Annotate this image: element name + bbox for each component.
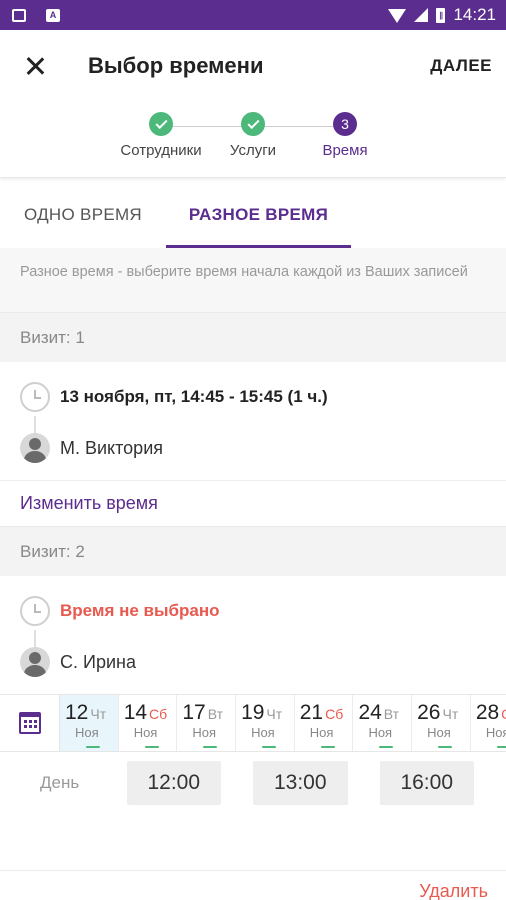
- time-slots: День 12:00 13:00 16:00: [0, 752, 506, 814]
- avatar: [20, 433, 50, 463]
- bottom-bar: Удалить: [0, 870, 506, 900]
- date-weekday: Чт: [90, 706, 107, 722]
- date-month: Ноя: [251, 725, 275, 740]
- stepper: Сотрудники Услуги 3 Время: [0, 102, 506, 178]
- date-month: Ноя: [133, 725, 158, 740]
- availability-dot: [203, 746, 218, 748]
- date-day: 17: [182, 701, 206, 724]
- status-bar: A ∥ 14:21: [0, 0, 506, 30]
- date-day: 14: [123, 701, 148, 724]
- day-label: День: [40, 773, 80, 792]
- clock-icon: [20, 596, 50, 626]
- date-weekday: Сб: [501, 706, 506, 722]
- clock-icon: [20, 382, 50, 412]
- calendar-icon: [18, 712, 41, 734]
- step-label: Время: [322, 142, 368, 159]
- availability-dot: [86, 746, 100, 748]
- date-weekday: Чт: [442, 706, 459, 722]
- date-cell[interactable]: 26 Чт Ноя: [412, 695, 471, 751]
- calendar-button[interactable]: [0, 695, 60, 751]
- date-month: Ноя: [485, 725, 506, 740]
- close-icon[interactable]: [22, 53, 48, 79]
- visit-header: Визит: 1: [0, 312, 506, 362]
- time-slot[interactable]: 12:00: [126, 761, 222, 805]
- tab-different-time[interactable]: РАЗНОЕ ВРЕМЯ: [166, 182, 351, 248]
- availability-dot: [496, 746, 506, 748]
- date-month: Ноя: [75, 725, 99, 740]
- date-weekday: Вт: [207, 706, 224, 722]
- step-employees: Сотрудники: [111, 112, 211, 159]
- battery-icon: ∥: [436, 7, 446, 23]
- change-time-link[interactable]: Изменить время: [0, 480, 506, 526]
- date-day: 24: [358, 701, 382, 724]
- check-icon: [241, 112, 265, 136]
- time-slot[interactable]: 16:00: [379, 761, 474, 805]
- delete-button[interactable]: Удалить: [419, 881, 488, 900]
- visit-time: 13 ноября, пт, 14:45 - 15:45 (1 ч.): [60, 387, 328, 406]
- visit-time: Время не выбрано: [60, 601, 220, 620]
- hint-text: Разное время - выберите время начала каж…: [0, 248, 506, 312]
- date-cell[interactable]: 14 Сб Ноя: [119, 695, 178, 751]
- availability-dot: [379, 746, 394, 748]
- date-day: 19: [241, 701, 265, 724]
- page-title: Выбор времени: [88, 53, 264, 78]
- date-month: Ноя: [427, 725, 451, 740]
- date-day: 12: [65, 701, 89, 724]
- wifi-icon: [388, 9, 407, 23]
- date-day: 26: [417, 701, 441, 724]
- staff-name: М. Виктория: [60, 437, 163, 458]
- visit-2-details: Время не выбрано С. Ирина: [0, 576, 506, 694]
- step-label: Сотрудники: [120, 142, 202, 159]
- date-day: 21: [299, 701, 324, 724]
- date-day: 28: [475, 701, 500, 724]
- date-month: Ноя: [368, 725, 393, 740]
- next-button[interactable]: ДАЛЕЕ: [430, 56, 492, 76]
- time-slot[interactable]: 13:00: [253, 761, 348, 805]
- visit-header: Визит: 2: [0, 526, 506, 576]
- date-month: Ноя: [309, 725, 334, 740]
- check-icon: [149, 112, 173, 136]
- visit-1-details: 13 ноября, пт, 14:45 - 15:45 (1 ч.) М. В…: [0, 362, 506, 480]
- step-time: 3 Время: [295, 112, 395, 159]
- tab-single-time[interactable]: ОДНО ВРЕМЯ: [0, 182, 166, 248]
- date-weekday: Сб: [149, 706, 168, 722]
- staff-name: С. Ирина: [60, 651, 136, 672]
- date-cell[interactable]: 21 Сб Ноя: [295, 695, 354, 751]
- availability-dot: [144, 746, 159, 748]
- availability-dot: [438, 746, 453, 748]
- avatar: [20, 647, 50, 677]
- status-time: 14:21: [453, 5, 496, 24]
- toolbar: Выбор времени ДАЛЕЕ: [0, 30, 506, 102]
- date-cell[interactable]: 17 Вт Ноя: [177, 695, 237, 751]
- tab-bar: ОДНО ВРЕМЯ РАЗНОЕ ВРЕМЯ: [0, 182, 506, 248]
- signal-icon: [414, 8, 429, 22]
- date-cell[interactable]: 28Сб Ноя: [471, 695, 506, 751]
- date-strip: 12 Чт Ноя 14 Сб Ноя 17 Вт Ноя 19 Чт Ноя 21 Сб…: [0, 694, 506, 752]
- date-month: Ноя: [192, 725, 217, 740]
- availability-dot: [320, 746, 335, 748]
- date-cell[interactable]: 12 Чт Ноя: [60, 695, 119, 751]
- date-weekday: Чт: [266, 706, 283, 722]
- date-cell[interactable]: 24 Вт Ноя: [353, 695, 413, 751]
- date-weekday: Сб: [325, 706, 344, 722]
- image-icon: [12, 8, 26, 22]
- step-label: Услуги: [229, 142, 277, 159]
- availability-dot: [262, 746, 277, 748]
- step-services: Услуги: [203, 112, 303, 159]
- step-number: 3: [333, 112, 357, 136]
- date-cell[interactable]: 19 Чт Ноя: [236, 695, 295, 751]
- date-weekday: Вт: [383, 706, 400, 722]
- a-icon: A: [46, 8, 60, 22]
